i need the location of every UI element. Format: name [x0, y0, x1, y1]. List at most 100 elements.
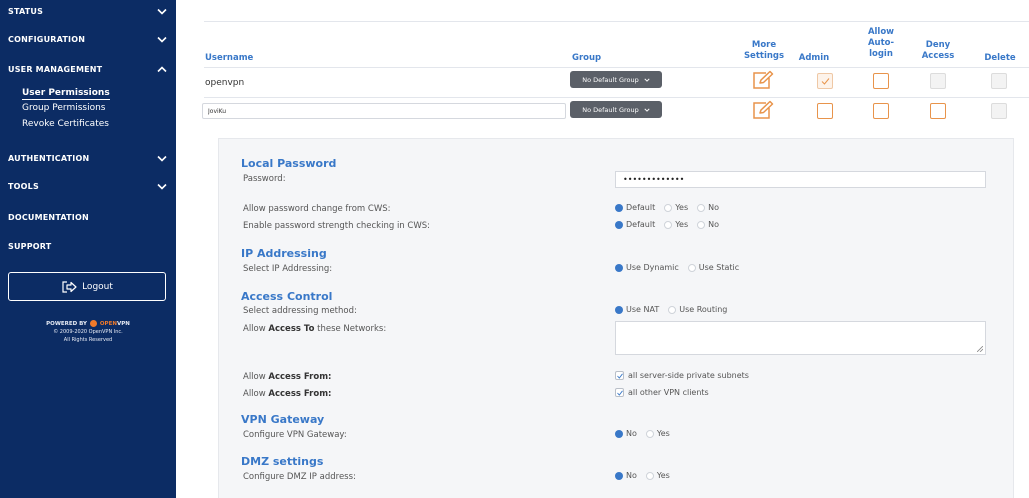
chevron-down-icon — [156, 153, 168, 163]
access-from-label: Allow Access From: — [243, 372, 331, 382]
section-access-control: Access Control — [241, 290, 333, 303]
sidebar-item-group-permissions[interactable]: Group Permissions — [22, 102, 106, 115]
radio-default[interactable] — [615, 203, 623, 212]
radio-default[interactable] — [615, 220, 623, 229]
chevron-down-icon — [644, 76, 650, 84]
header-more-settings-line2: Settings — [743, 51, 785, 61]
nav-status[interactable]: STATUS — [8, 2, 168, 20]
radio-use-nat[interactable] — [615, 305, 623, 314]
nav-user-management-label: USER MANAGEMENT — [8, 64, 103, 74]
nav-configuration[interactable]: CONFIGURATION — [8, 30, 168, 48]
access-from-vpn-label: all other VPN clients — [628, 388, 709, 397]
radio-yes[interactable] — [645, 429, 654, 438]
radio-no-label: No — [626, 471, 637, 480]
access-from-private-checkbox-group: all server-side private subnets — [615, 371, 749, 380]
dmz-label: Configure DMZ IP address: — [243, 472, 356, 482]
nav-configuration-label: CONFIGURATION — [8, 34, 86, 44]
radio-use-static[interactable] — [687, 263, 696, 272]
logout-button[interactable]: Logout — [8, 272, 166, 301]
edit-icon[interactable] — [752, 70, 774, 90]
access-from-vpn-checkbox-group: all other VPN clients — [615, 388, 709, 397]
radio-yes[interactable] — [645, 471, 654, 480]
radio-yes-label: Yes — [675, 220, 689, 229]
access-from-prefix: Allow — [243, 389, 269, 399]
main-content: Username Group More Settings Admin Allow… — [176, 0, 1029, 498]
access-from-vpn-checkbox[interactable] — [615, 388, 624, 397]
group-select[interactable]: No Default Group — [570, 71, 662, 88]
sidebar-item-user-permissions[interactable]: User Permissions — [22, 87, 110, 100]
radio-use-static-label: Use Static — [698, 263, 740, 272]
radio-use-dynamic[interactable] — [615, 263, 623, 272]
radio-no[interactable] — [615, 429, 623, 438]
access-to-networks-label: Allow Access To these Networks: — [243, 324, 386, 334]
access-to-suffix: these Networks: — [314, 324, 387, 334]
nav-authentication[interactable]: AUTHENTICATION — [8, 149, 168, 167]
ip-addressing-radio-group: Use Dynamic Use Static — [615, 263, 748, 272]
radio-yes-label: Yes — [656, 471, 670, 480]
delete-checkbox[interactable] — [991, 73, 1007, 89]
header-admin: Admin — [798, 53, 830, 63]
username-input[interactable] — [202, 103, 566, 119]
rights-reserved: All Rights Reserved — [63, 337, 113, 343]
radio-no-label: No — [626, 429, 637, 438]
access-from-private-checkbox[interactable] — [615, 371, 624, 380]
dmz-radio-group: No Yes — [615, 471, 679, 480]
header-allow-line1: Allow — [867, 27, 895, 37]
allow-change-radio-group: Default Yes No — [615, 203, 728, 212]
autologin-checkbox[interactable] — [873, 73, 889, 89]
admin-checkbox[interactable] — [817, 103, 833, 119]
radio-no[interactable] — [697, 220, 706, 229]
edit-icon[interactable] — [752, 100, 774, 120]
radio-yes[interactable] — [664, 220, 673, 229]
autologin-checkbox[interactable] — [873, 103, 889, 119]
nav-authentication-label: AUTHENTICATION — [8, 153, 90, 163]
user-settings-panel: Local Password Password: ••••••••••••• A… — [218, 138, 1014, 498]
divider — [204, 67, 1029, 68]
vpn-gateway-radio-group: No Yes — [615, 429, 679, 438]
nav-support[interactable]: SUPPORT — [8, 237, 168, 255]
nav-documentation[interactable]: DOCUMENTATION — [8, 208, 168, 226]
nav-status-label: STATUS — [8, 6, 44, 16]
radio-no[interactable] — [697, 203, 706, 212]
header-allow-line2: Auto- — [867, 38, 895, 48]
radio-use-nat-label: Use NAT — [626, 305, 660, 314]
radio-no-label: No — [708, 203, 720, 212]
deny-access-checkbox[interactable] — [930, 103, 946, 119]
radio-no[interactable] — [615, 471, 623, 480]
header-allow-autologin: Allow Auto- login — [861, 27, 901, 60]
group-select-value: No Default Group — [582, 105, 639, 114]
sidebar-item-revoke-certificates[interactable]: Revoke Certificates — [22, 118, 109, 131]
check-icon — [617, 373, 623, 379]
addressing-method-label: Select addressing method: — [243, 306, 357, 316]
strength-radio-group: Default Yes No — [615, 220, 728, 229]
password-input[interactable]: ••••••••••••• — [615, 171, 986, 188]
access-from-prefix: Allow — [243, 372, 269, 382]
logout-icon — [62, 280, 77, 293]
chevron-down-icon — [156, 6, 168, 16]
ip-addressing-label: Select IP Addressing: — [243, 264, 333, 274]
nav-tools[interactable]: TOOLS — [8, 177, 168, 195]
access-from-bold: Access From: — [268, 389, 332, 399]
logout-label: Logout — [82, 281, 113, 292]
deny-access-checkbox[interactable] — [930, 73, 946, 89]
radio-yes[interactable] — [664, 203, 673, 212]
delete-checkbox[interactable] — [991, 103, 1007, 119]
radio-use-routing-label: Use Routing — [679, 305, 728, 314]
powered-by: POWERED BY OPENVPN © 2009-2020 OpenVPN I… — [0, 320, 176, 344]
admin-checkbox[interactable] — [817, 73, 833, 89]
strength-label: Enable password strength checking in CWS… — [243, 221, 430, 231]
nav-support-label: SUPPORT — [8, 241, 52, 251]
openvpn-logo-icon — [89, 320, 97, 327]
radio-no-label: No — [708, 220, 720, 229]
group-select[interactable]: No Default Group — [570, 101, 662, 118]
radio-use-routing[interactable] — [668, 305, 677, 314]
resize-grip-icon — [977, 346, 983, 352]
header-deny-access: Deny Access — [918, 40, 958, 62]
nav-user-management[interactable]: USER MANAGEMENT — [8, 60, 168, 78]
powered-by-label: POWERED BY — [46, 321, 88, 327]
access-to-networks-textarea[interactable] — [615, 321, 986, 355]
header-allow-line3: login — [869, 49, 893, 59]
access-from-bold: Access From: — [268, 372, 332, 382]
access-from-label: Allow Access From: — [243, 389, 331, 399]
group-select-value: No Default Group — [582, 75, 639, 84]
